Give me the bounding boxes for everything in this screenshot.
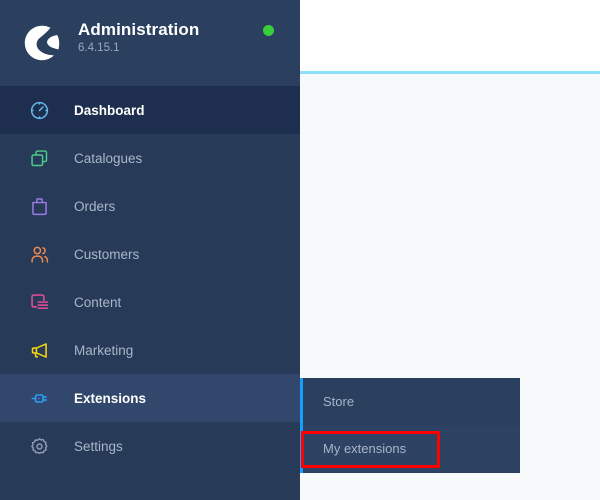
sidebar-item-orders[interactable]: Orders [0, 182, 300, 230]
sidebar-item-settings[interactable]: Settings [0, 422, 300, 470]
sidebar-item-label: Marketing [74, 342, 134, 358]
sidebar: Administration 6.4.15.1 Dashboard Catalo… [0, 0, 300, 500]
shopware-logo-icon[interactable] [20, 21, 64, 65]
extensions-plug-icon [26, 385, 52, 411]
sidebar-item-catalogues[interactable]: Catalogues [0, 134, 300, 182]
sidebar-item-label: Dashboard [74, 102, 145, 118]
settings-gear-icon [26, 433, 52, 459]
sidebar-item-label: Orders [74, 198, 116, 214]
sidebar-item-label: Customers [74, 246, 140, 262]
flyout-item-label: Store [323, 394, 355, 409]
sidebar-item-label: Catalogues [74, 150, 143, 166]
sidebar-item-label: Content [74, 294, 122, 310]
status-online-dot-icon [263, 25, 274, 36]
content-document-icon [26, 289, 52, 315]
admin-window: Administration 6.4.15.1 Dashboard Catalo… [0, 0, 600, 500]
sidebar-item-marketing[interactable]: Marketing [0, 326, 300, 374]
customers-people-icon [26, 241, 52, 267]
sidebar-item-dashboard[interactable]: Dashboard [0, 86, 300, 134]
flyout-item-store[interactable]: Store [303, 378, 520, 425]
dashboard-gauge-icon [26, 97, 52, 123]
content-topbar [300, 0, 600, 74]
sidebar-header: Administration 6.4.15.1 [0, 0, 300, 86]
sidebar-item-label: Settings [74, 438, 123, 454]
flyout-item-my-extensions[interactable]: My extensions [303, 425, 520, 472]
catalogues-copy-icon [26, 145, 52, 171]
version-label: 6.4.15.1 [78, 42, 120, 54]
flyout-item-label: My extensions [323, 441, 407, 456]
sidebar-item-extensions[interactable]: Extensions [0, 374, 300, 422]
orders-bag-icon [26, 193, 52, 219]
sidebar-item-customers[interactable]: Customers [0, 230, 300, 278]
sidebar-item-label: Extensions [74, 390, 147, 406]
extensions-flyout-menu: Store My extensions [300, 378, 520, 473]
marketing-megaphone-icon [26, 337, 52, 363]
sidebar-item-content[interactable]: Content [0, 278, 300, 326]
sidebar-nav: Dashboard Catalogues Orders Customers Co… [0, 86, 300, 500]
page-title: Administration [78, 20, 200, 39]
